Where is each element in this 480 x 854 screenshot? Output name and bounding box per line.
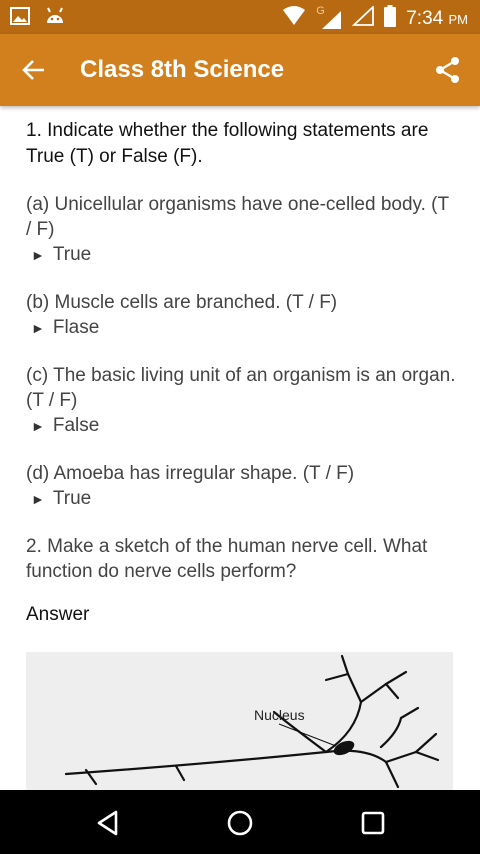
play-arrow-icon: ► xyxy=(31,418,45,434)
recents-square-icon xyxy=(358,811,388,842)
clock: 7:34 PM xyxy=(406,8,468,30)
clock-time: 7:34 xyxy=(406,7,444,29)
play-arrow-icon: ► xyxy=(31,491,45,507)
list-item: (d) Amoeba has irregular shape. (T / F) … xyxy=(26,461,456,512)
nerve-cell-sketch: Nucleus xyxy=(26,652,453,792)
signal-icon xyxy=(320,10,342,35)
answer-c: ► False xyxy=(26,413,456,439)
clock-ampm: PM xyxy=(448,11,469,27)
gallery-icon xyxy=(10,6,30,31)
wifi-icon xyxy=(282,6,306,31)
statement-b: (b) Muscle cells are branched. (T / F) xyxy=(26,292,338,313)
nerve-cell-drawing: Nucleus xyxy=(64,654,440,789)
arrow-left-icon xyxy=(20,60,48,88)
nav-home-button[interactable] xyxy=(225,808,255,838)
answer-a: ► True xyxy=(26,242,456,268)
share-button[interactable] xyxy=(434,56,462,84)
answer-heading: Answer xyxy=(26,604,90,625)
answer-d: ► True xyxy=(26,486,456,512)
signal-icon xyxy=(351,4,375,31)
share-icon xyxy=(434,57,462,88)
answer-b: ► Flase xyxy=(26,315,456,341)
back-button[interactable] xyxy=(20,56,54,84)
navigation-bar xyxy=(0,790,480,854)
list-item: (b) Muscle cells are branched. (T / F) ►… xyxy=(26,290,456,341)
home-circle-icon xyxy=(225,810,255,842)
nucleus-label: Nucleus xyxy=(254,707,305,723)
play-arrow-icon: ► xyxy=(31,320,45,336)
page-title: Class 8th Science xyxy=(80,56,285,83)
app-bar: Class 8th Science xyxy=(0,34,480,106)
play-arrow-icon: ► xyxy=(31,247,45,263)
answer-c-text: False xyxy=(52,415,100,436)
content-area[interactable]: 1. Indicate whether the following statem… xyxy=(26,118,456,626)
back-triangle-icon xyxy=(94,810,124,842)
statement-d: (d) Amoeba has irregular shape. (T / F) xyxy=(26,463,355,484)
answer-a-text: True xyxy=(52,244,92,265)
list-item: (a) Unicellular organisms have one-celle… xyxy=(26,192,456,268)
android-icon xyxy=(44,6,66,31)
question-1: 1. Indicate whether the following statem… xyxy=(26,120,429,167)
statement-c: (c) The basic living unit of an organism… xyxy=(26,365,456,411)
statement-a: (a) Unicellular organisms have one-celle… xyxy=(26,194,449,240)
nav-back-button[interactable] xyxy=(94,808,124,838)
list-item: (c) The basic living unit of an organism… xyxy=(26,363,456,439)
battery-icon xyxy=(384,5,397,32)
answer-b-text: Flase xyxy=(52,317,100,338)
question-2: 2. Make a sketch of the human nerve cell… xyxy=(26,536,428,582)
nav-recents-button[interactable] xyxy=(358,808,388,838)
answer-d-text: True xyxy=(52,488,92,509)
status-bar: G 7:34 PM xyxy=(0,0,480,34)
